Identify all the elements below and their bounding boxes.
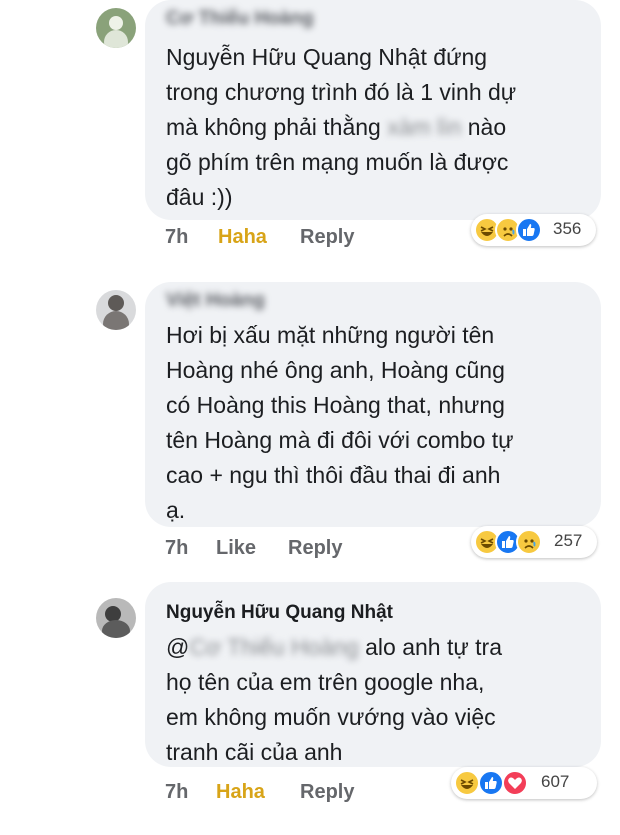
comment-time[interactable]: 7h (165, 781, 188, 804)
react-button[interactable]: Like (216, 537, 256, 560)
comment-line: cao + ngu thì thôi đầu thai đi anh (166, 462, 501, 488)
tagged-user[interactable]: Cơ Thiếu Hoàng (189, 634, 358, 660)
reaction-summary[interactable]: 356 (471, 214, 596, 246)
react-button[interactable]: Haha (216, 781, 265, 804)
reaction-count: 607 (541, 772, 570, 791)
like-icon (516, 217, 542, 243)
comment-author[interactable]: Việt Hoàng (166, 290, 265, 312)
love-icon (502, 770, 528, 796)
comment-line: @Cơ Thiếu Hoàng alo anh tự tra (166, 634, 502, 660)
avatar-figure-body (102, 620, 130, 638)
reply-button[interactable]: Reply (300, 226, 354, 249)
comment-2: Việt Hoàng Hơi bị xấu mặt những người tê… (0, 282, 620, 572)
reaction-summary[interactable]: 257 (471, 526, 597, 558)
reaction-count: 356 (553, 219, 582, 238)
comment-line: ạ. (166, 497, 186, 523)
comment-time[interactable]: 7h (165, 537, 188, 560)
comment-line: Hơi bị xấu mặt những người tên (166, 322, 495, 348)
comment-author[interactable]: Cơ Thiếu Hoàng (166, 8, 314, 30)
comment-text: @Cơ Thiếu Hoàng alo anh tự tra họ tên củ… (166, 630, 502, 770)
comment-line: đâu :)) (166, 184, 233, 210)
comment-line: Hoàng nhé ông anh, Hoàng cũng (166, 357, 505, 383)
avatar-figure-body (103, 311, 129, 330)
like-icon (478, 770, 504, 796)
comment-author[interactable]: Nguyễn Hữu Quang Nhật (166, 602, 393, 624)
comment-line: tên Hoàng mà đi đôi với combo tự (166, 427, 514, 453)
react-button[interactable]: Haha (218, 226, 267, 249)
comment-line: mà không phải thằng xàm lìn nào (166, 114, 507, 140)
reaction-summary[interactable]: 607 (451, 767, 597, 799)
comment-3: Nguyễn Hữu Quang Nhật @Cơ Thiếu Hoàng al… (0, 582, 620, 835)
comment-line: họ tên của em trên google nha, (166, 669, 485, 695)
comment-text: Nguyễn Hữu Quang Nhật đứng trong chương … (166, 40, 516, 215)
avatar[interactable] (96, 290, 136, 330)
comment-1: Cơ Thiếu Hoàng Nguyễn Hữu Quang Nhật đứn… (0, 0, 620, 270)
avatar-figure (109, 16, 123, 30)
comment-line: trong chương trình đó là 1 vinh dự (166, 79, 517, 105)
reply-button[interactable]: Reply (288, 537, 342, 560)
censored-word: xàm lìn (387, 114, 462, 140)
comment-line: có Hoàng this Hoàng that, nhưng (166, 392, 505, 418)
avatar-figure (108, 295, 124, 311)
haha-icon (454, 770, 480, 796)
comment-line: tranh cãi của anh (166, 739, 343, 765)
comment-text: Hơi bị xấu mặt những người tên Hoàng nhé… (166, 318, 514, 528)
avatar[interactable] (96, 598, 136, 638)
comment-line: em không muốn vướng vào việc (166, 704, 496, 730)
reaction-count: 257 (554, 531, 583, 550)
reply-button[interactable]: Reply (300, 781, 354, 804)
avatar-figure-body (104, 30, 128, 48)
comment-time[interactable]: 7h (165, 226, 188, 249)
comment-line: Nguyễn Hữu Quang Nhật đứng (166, 44, 488, 70)
comment-line: gõ phím trên mạng muốn là được (166, 149, 509, 175)
sad-icon (516, 529, 542, 555)
avatar[interactable] (96, 8, 136, 48)
